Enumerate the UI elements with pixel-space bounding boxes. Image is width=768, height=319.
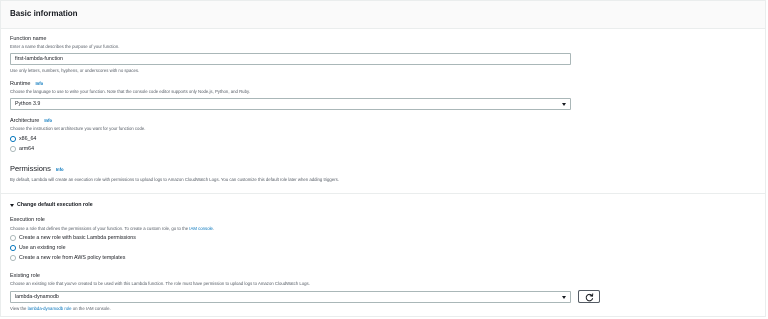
runtime-label-row: Runtime Info <box>10 81 43 87</box>
function-name-value: first-lambda-function <box>15 56 63 62</box>
select-caret-icon <box>562 103 566 106</box>
role-option-create-basic[interactable]: Create a new role with basic Lambda perm… <box>19 235 136 241</box>
radio-selected-icon[interactable] <box>10 136 16 142</box>
function-name-hint: Use only letters, numbers, hyphens, or u… <box>10 68 140 73</box>
runtime-label: Runtime <box>10 81 31 87</box>
architecture-label-row: Architecture Info <box>10 118 52 124</box>
radio-selected-icon[interactable] <box>10 245 16 251</box>
panel-title: Basic information <box>10 9 78 18</box>
architecture-option-x86[interactable]: x86_64 <box>19 136 36 142</box>
permissions-description: By default, Lambda will create an execut… <box>10 177 339 182</box>
section-divider <box>1 193 765 194</box>
radio-unselected-icon[interactable] <box>10 235 16 241</box>
architecture-info-link[interactable]: Info <box>44 118 52 123</box>
function-name-label: Function name <box>10 36 47 42</box>
radio-unselected-icon[interactable] <box>10 255 16 261</box>
select-caret-icon <box>562 296 566 299</box>
architecture-option-arm64[interactable]: arm64 <box>19 146 34 152</box>
iam-console-link[interactable]: IAM console <box>189 226 213 231</box>
existing-role-description: Choose an existing role that you've crea… <box>10 281 310 286</box>
runtime-description: Choose the language to use to write your… <box>10 89 250 94</box>
execution-role-description-text: Choose a role that defines the permissio… <box>10 226 190 231</box>
runtime-select[interactable]: Python 3.9 <box>10 98 571 110</box>
permissions-title: Permissions <box>10 164 51 173</box>
execution-role-label: Execution role <box>10 217 45 223</box>
existing-role-select[interactable]: lambda-dynamodb <box>10 291 571 303</box>
existing-role-selected-value: lambda-dynamodb <box>15 294 59 300</box>
runtime-selected-value: Python 3.9 <box>15 101 41 107</box>
refresh-icon <box>585 293 594 302</box>
view-role-row: View the lambda-dynamodb role on the IAM… <box>10 306 111 311</box>
permissions-info-link[interactable]: Info <box>56 167 64 172</box>
expander-caret-icon[interactable] <box>10 204 14 207</box>
basic-information-panel: Basic information Function name Enter a … <box>0 0 766 317</box>
function-name-description: Enter a name that describes the purpose … <box>10 44 120 49</box>
function-name-input[interactable]: first-lambda-function <box>10 53 571 65</box>
radio-unselected-icon[interactable] <box>10 146 16 152</box>
view-role-suffix: on the IAM console. <box>71 306 111 311</box>
role-option-use-existing[interactable]: Use an existing role <box>19 245 66 251</box>
architecture-description: Choose the instruction set architecture … <box>10 126 146 131</box>
architecture-label: Architecture <box>10 118 40 124</box>
view-role-prefix: View the <box>10 306 28 311</box>
execution-role-description-end: . <box>212 226 215 231</box>
panel-header: Basic information <box>1 1 765 29</box>
execution-role-description: Choose a role that defines the permissio… <box>10 226 214 231</box>
role-option-policy-templates[interactable]: Create a new role from AWS policy templa… <box>19 255 125 261</box>
runtime-info-link[interactable]: Info <box>35 81 43 86</box>
existing-role-label: Existing role <box>10 273 40 279</box>
permissions-heading-row: Permissions Info <box>10 164 64 173</box>
view-role-link[interactable]: lambda-dynamodb role <box>28 306 72 311</box>
change-default-execution-role-toggle[interactable]: Change default execution role <box>17 202 93 208</box>
refresh-roles-button[interactable] <box>578 290 600 303</box>
